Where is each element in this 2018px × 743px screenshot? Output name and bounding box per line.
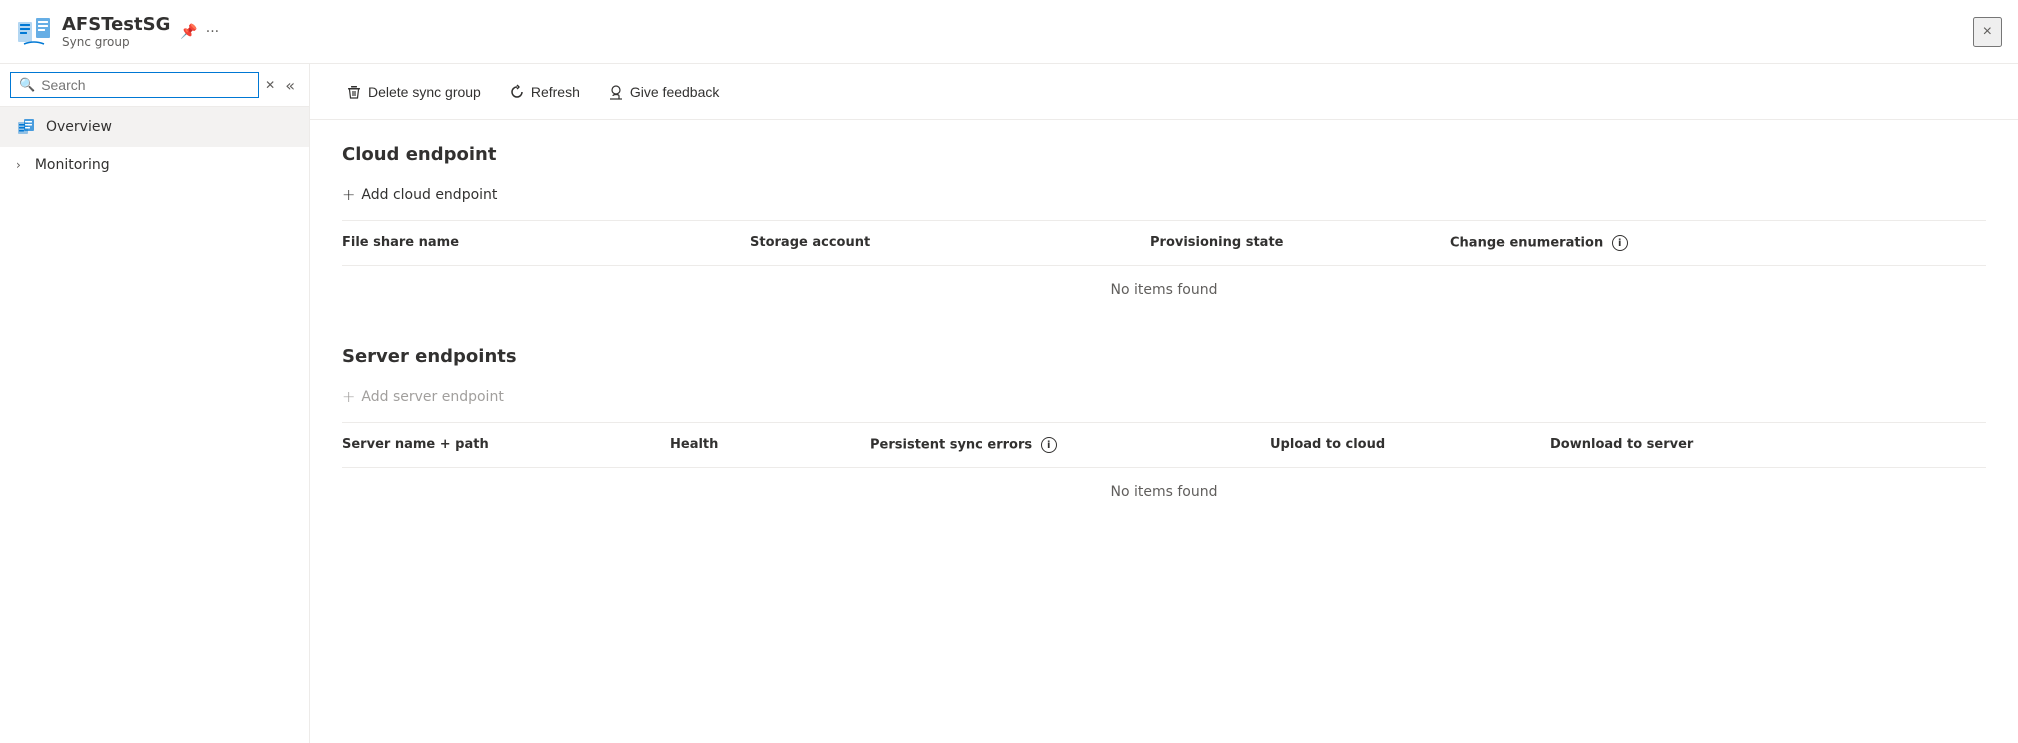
col-provisioning-state: Provisioning state — [1142, 231, 1442, 255]
more-icon[interactable]: ··· — [206, 24, 219, 40]
sidebar-collapse-icon[interactable]: « — [281, 74, 299, 97]
content-area: Delete sync group Refresh Give feedback — [310, 64, 2018, 743]
monitoring-label: Monitoring — [35, 157, 110, 173]
server-endpoints-title: Server endpoints — [342, 346, 1986, 367]
search-clear-icon[interactable]: ✕ — [265, 78, 275, 92]
add-server-endpoint-button[interactable]: + Add server endpoint — [342, 383, 1986, 410]
server-no-items: No items found — [342, 468, 1986, 516]
search-input[interactable] — [41, 77, 250, 93]
add-cloud-icon: + — [342, 185, 355, 204]
col-upload-to-cloud: Upload to cloud — [1262, 433, 1542, 457]
refresh-label: Refresh — [531, 84, 580, 100]
top-bar: AFSTestSG Sync group 📌 ··· × — [0, 0, 2018, 64]
col-change-enumeration: Change enumeration i — [1442, 231, 1986, 255]
app-title: AFSTestSG — [62, 14, 170, 35]
sidebar-item-monitoring[interactable]: › Monitoring — [0, 147, 309, 183]
app-header: AFSTestSG Sync group 📌 ··· — [16, 14, 219, 50]
sidebar-item-overview[interactable]: Overview — [0, 107, 309, 147]
delete-label: Delete sync group — [368, 84, 481, 100]
add-cloud-endpoint-button[interactable]: + Add cloud endpoint — [342, 181, 1986, 208]
cloud-endpoint-section: Cloud endpoint + Add cloud endpoint File… — [342, 144, 1986, 314]
cloud-table-header: File share name Storage account Provisio… — [342, 221, 1986, 266]
col-storage-account: Storage account — [742, 231, 1142, 255]
col-health: Health — [662, 433, 862, 457]
search-input-wrapper: 🔍 — [10, 72, 259, 98]
pin-icon[interactable]: 📌 — [180, 24, 197, 40]
search-icon: 🔍 — [19, 78, 35, 93]
title-group: AFSTestSG Sync group — [62, 14, 170, 49]
persistent-sync-errors-info-icon[interactable]: i — [1041, 437, 1057, 453]
add-cloud-label: Add cloud endpoint — [361, 187, 497, 203]
app-icon — [16, 14, 52, 50]
server-endpoints-table: Server name + path Health Persistent syn… — [342, 422, 1986, 516]
server-table-header: Server name + path Health Persistent syn… — [342, 423, 1986, 468]
main-layout: 🔍 ✕ « Overview › Monitoring — [0, 64, 2018, 743]
delete-icon — [346, 84, 362, 100]
delete-sync-group-button[interactable]: Delete sync group — [334, 78, 493, 106]
expand-icon: › — [16, 158, 21, 172]
toolbar: Delete sync group Refresh Give feedback — [310, 64, 2018, 120]
col-download-to-server: Download to server — [1542, 433, 1986, 457]
cloud-endpoint-title: Cloud endpoint — [342, 144, 1986, 165]
server-endpoints-section: Server endpoints + Add server endpoint S… — [342, 346, 1986, 516]
sidebar: 🔍 ✕ « Overview › Monitoring — [0, 64, 310, 743]
page-content: Cloud endpoint + Add cloud endpoint File… — [310, 120, 2018, 743]
col-server-name-path: Server name + path — [342, 433, 662, 457]
cloud-no-items: No items found — [342, 266, 1986, 314]
add-server-icon: + — [342, 387, 355, 406]
feedback-icon — [608, 84, 624, 100]
col-persistent-sync-errors: Persistent sync errors i — [862, 433, 1262, 457]
overview-label: Overview — [46, 119, 112, 135]
app-subtitle: Sync group — [62, 35, 170, 49]
refresh-icon — [509, 84, 525, 100]
overview-icon — [16, 117, 36, 137]
refresh-button[interactable]: Refresh — [497, 78, 592, 106]
add-server-label: Add server endpoint — [361, 389, 503, 405]
col-file-share-name: File share name — [342, 231, 742, 255]
give-feedback-button[interactable]: Give feedback — [596, 78, 732, 106]
search-bar: 🔍 ✕ « — [0, 64, 309, 107]
feedback-label: Give feedback — [630, 84, 720, 100]
close-button[interactable]: × — [1973, 17, 2002, 47]
change-enumeration-info-icon[interactable]: i — [1612, 235, 1628, 251]
cloud-endpoint-table: File share name Storage account Provisio… — [342, 220, 1986, 314]
top-bar-actions: 📌 ··· — [180, 24, 219, 40]
